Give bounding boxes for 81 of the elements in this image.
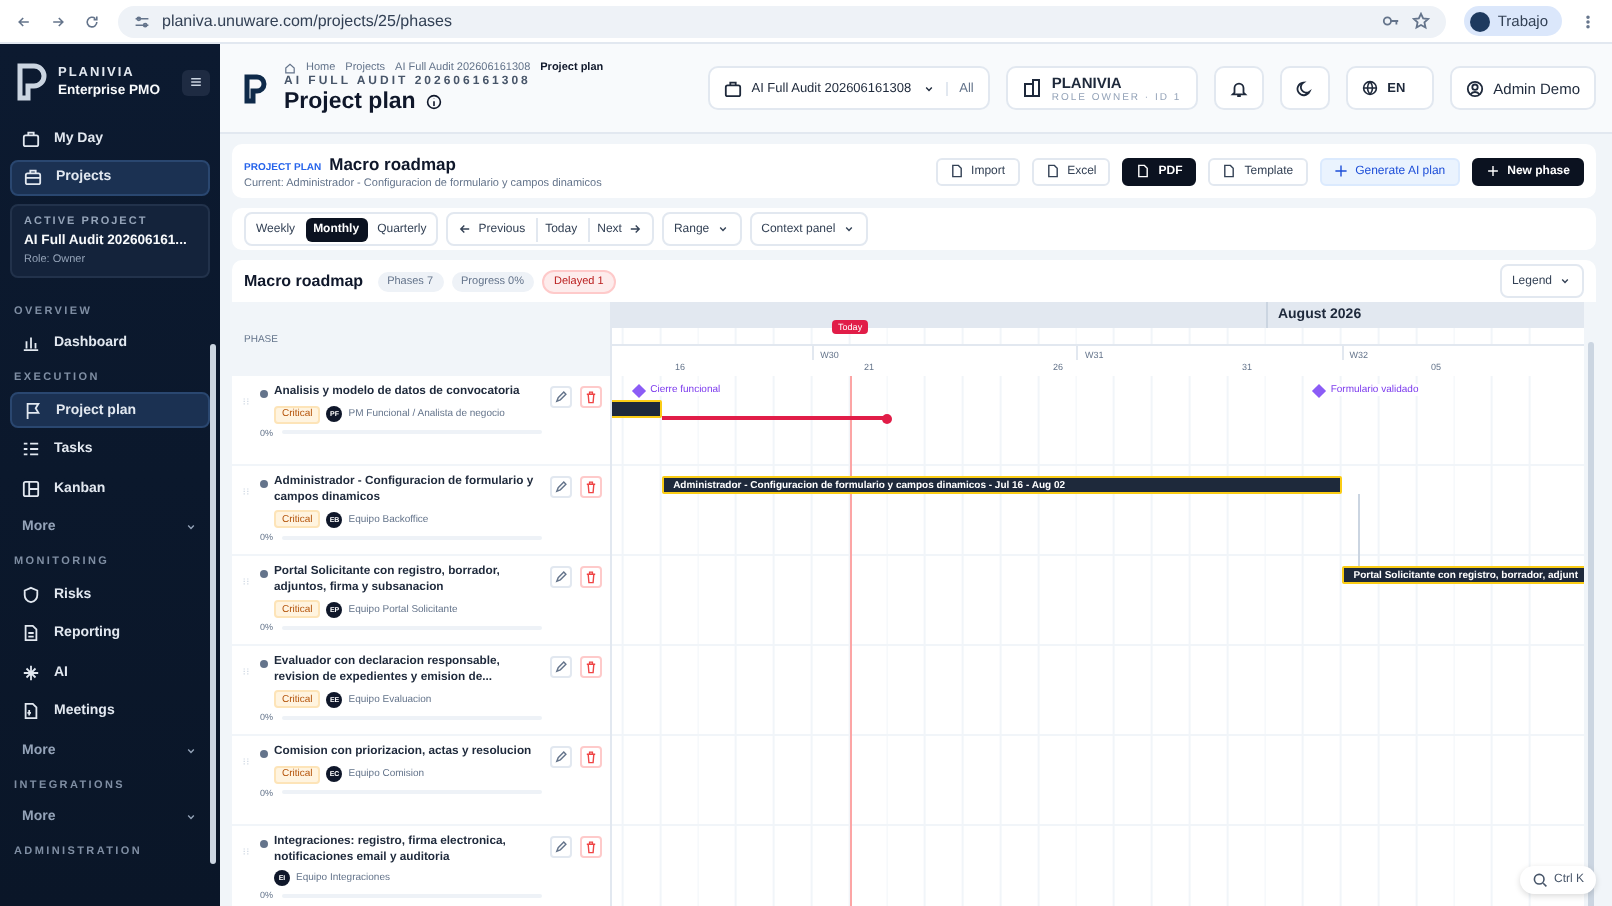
delete-button[interactable] xyxy=(580,746,602,768)
bar-chart-icon xyxy=(22,334,40,352)
pencil-icon xyxy=(554,480,568,494)
star-icon xyxy=(1411,12,1430,30)
briefcase-icon xyxy=(723,79,742,97)
chevron-down-icon xyxy=(184,810,198,824)
arrow-right-icon xyxy=(627,222,642,236)
pencil-icon xyxy=(554,390,568,404)
building-icon xyxy=(1021,78,1042,98)
site-settings-icon xyxy=(134,13,150,29)
document-icon xyxy=(949,164,964,178)
edit-button[interactable] xyxy=(550,566,572,588)
pencil-icon xyxy=(554,840,568,854)
shield-icon xyxy=(22,585,40,603)
drag-handle-icon xyxy=(240,664,252,680)
logo-icon xyxy=(16,62,48,102)
menu-button[interactable] xyxy=(182,69,210,95)
bell-icon xyxy=(1229,79,1248,97)
edit-button[interactable] xyxy=(550,746,572,768)
edit-button[interactable] xyxy=(550,836,572,858)
address-bar[interactable]: planiva.unuware.com/projects/25/phases xyxy=(118,5,1446,37)
delete-button[interactable] xyxy=(580,476,602,498)
document-icon xyxy=(22,624,40,642)
briefcase-icon xyxy=(22,129,40,147)
menu-icon xyxy=(188,74,204,90)
chevron-down-icon xyxy=(184,743,198,757)
gantt-title: Macro roadmap xyxy=(244,272,364,290)
drag-handle-icon xyxy=(240,394,252,410)
delete-button[interactable] xyxy=(580,386,602,408)
delete-button[interactable] xyxy=(580,566,602,588)
document-icon xyxy=(22,702,40,720)
trash-icon xyxy=(584,840,598,854)
drag-handle-icon xyxy=(240,844,252,860)
trash-icon xyxy=(584,480,598,494)
arrow-left-icon xyxy=(458,222,473,236)
home-icon xyxy=(284,62,296,74)
scrollbar[interactable] xyxy=(210,344,216,864)
plan-title: Macro roadmap xyxy=(329,153,456,173)
flag-icon xyxy=(24,401,42,419)
chevron-down-icon xyxy=(921,81,936,95)
drag-handle-icon xyxy=(240,484,252,500)
document-icon xyxy=(1136,164,1151,178)
delete-button[interactable] xyxy=(580,656,602,678)
edit-button[interactable] xyxy=(550,386,572,408)
briefcase-icon xyxy=(24,168,42,186)
more-vertical-icon xyxy=(1580,13,1596,29)
scrollbar[interactable] xyxy=(1587,342,1593,906)
edit-button[interactable] xyxy=(550,656,572,678)
search-icon xyxy=(1532,872,1548,888)
delete-button[interactable] xyxy=(580,836,602,858)
globe-icon xyxy=(1361,80,1378,96)
pencil-icon xyxy=(554,570,568,584)
drag-handle-icon xyxy=(240,754,252,770)
logo-icon xyxy=(244,73,268,103)
trash-icon xyxy=(584,570,598,584)
chevron-down-icon xyxy=(715,222,730,236)
page-title: Project plan xyxy=(284,90,416,114)
board-icon xyxy=(22,479,40,497)
notifications-button[interactable] xyxy=(1213,66,1264,110)
user-icon xyxy=(1465,79,1484,97)
trash-icon xyxy=(584,750,598,764)
chevron-down-icon xyxy=(841,222,856,236)
moon-icon xyxy=(1295,79,1314,97)
list-icon xyxy=(22,440,40,458)
drag-handle-icon xyxy=(240,574,252,590)
forward-icon xyxy=(50,13,66,29)
back-icon xyxy=(16,13,32,29)
info-icon xyxy=(425,94,442,110)
key-icon xyxy=(1381,12,1400,30)
pencil-icon xyxy=(554,750,568,764)
chevron-down-icon xyxy=(1558,274,1572,288)
pencil-icon xyxy=(554,660,568,674)
plus-icon xyxy=(1485,164,1500,178)
document-icon xyxy=(1222,164,1237,178)
theme-button[interactable] xyxy=(1279,66,1330,110)
trash-icon xyxy=(584,390,598,404)
chevron-down-icon xyxy=(184,520,198,534)
trash-icon xyxy=(584,660,598,674)
edit-button[interactable] xyxy=(550,476,572,498)
document-icon xyxy=(1045,164,1060,178)
reload-icon xyxy=(84,13,100,29)
